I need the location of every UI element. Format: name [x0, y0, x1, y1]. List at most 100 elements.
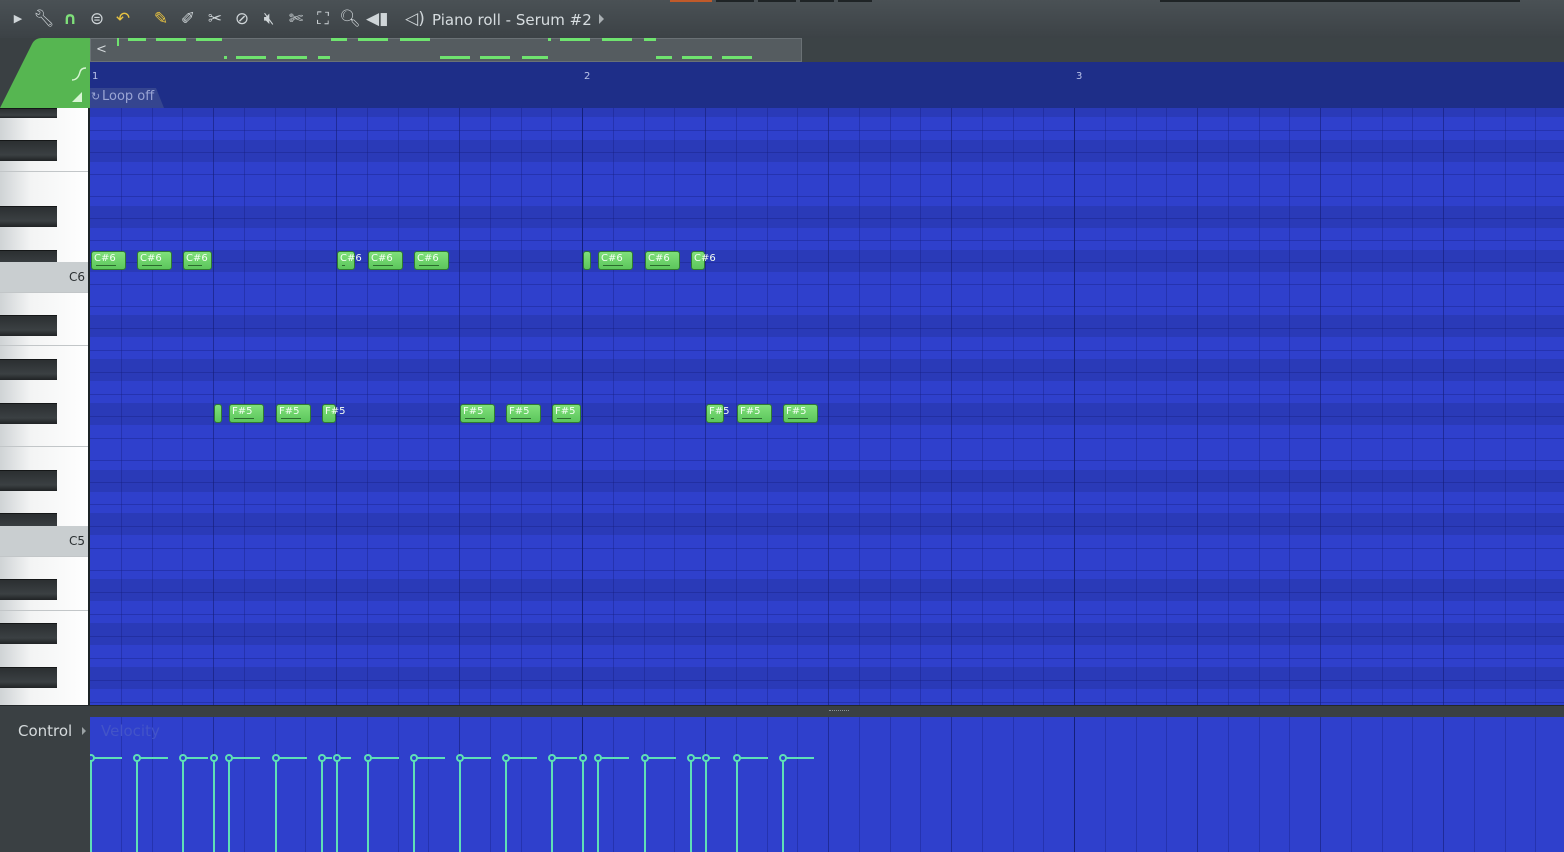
magnet-icon[interactable]: ∩ [59, 8, 81, 30]
note-csharp6[interactable]: C#6 [91, 251, 126, 270]
pencil-icon[interactable]: ✎ [150, 8, 172, 30]
note-csharp6[interactable]: C#6 [183, 251, 212, 270]
window-title[interactable]: Piano roll - Serum #2 [432, 10, 592, 30]
velocity-stem[interactable] [551, 758, 553, 852]
black-key[interactable] [0, 403, 57, 424]
zoom-icon[interactable]: 🔍︎ [339, 8, 361, 30]
velocity-handle[interactable] [502, 754, 510, 762]
velocity-stem[interactable] [582, 758, 584, 852]
black-key[interactable] [0, 108, 57, 118]
velocity-stem[interactable] [275, 758, 277, 852]
ban-icon[interactable]: ⊘ [231, 8, 253, 30]
velocity-handle[interactable] [702, 754, 710, 762]
select-icon[interactable]: ⛶ [312, 8, 334, 30]
playback-icon[interactable]: ◀▮ [366, 8, 388, 30]
scroll-left-icon[interactable]: < [96, 42, 107, 58]
velocity-stem[interactable] [321, 758, 323, 852]
control-menu-arrow-icon[interactable] [82, 727, 86, 735]
velocity-handle[interactable] [179, 754, 187, 762]
velocity-handle[interactable] [687, 754, 695, 762]
velocity-handle[interactable] [210, 754, 218, 762]
velocity-stem[interactable] [459, 758, 461, 852]
note-fsharp5[interactable]: F#5 [552, 404, 581, 423]
note-fsharp5[interactable]: F#5 [506, 404, 541, 423]
velocity-stem[interactable] [705, 758, 707, 852]
note-csharp6[interactable]: C#6 [137, 251, 172, 270]
splitter-grip-icon[interactable] [829, 710, 849, 713]
mute-icon[interactable]: 🔇︎ [258, 8, 280, 30]
note-csharp6[interactable] [583, 251, 591, 270]
velocity-handle[interactable] [579, 754, 587, 762]
velocity-stem[interactable] [505, 758, 507, 852]
title-menu-arrow-icon[interactable] [599, 14, 604, 24]
velocity-handle[interactable] [272, 754, 280, 762]
velocity-stem[interactable] [597, 758, 599, 852]
velocity-handle[interactable] [779, 754, 787, 762]
black-key[interactable] [0, 667, 57, 688]
velocity-handle[interactable] [733, 754, 741, 762]
velocity-stem[interactable] [182, 758, 184, 852]
velocity-handle[interactable] [410, 754, 418, 762]
note-fsharp5[interactable]: F#5 [229, 404, 264, 423]
velocity-handle[interactable] [548, 754, 556, 762]
note-fsharp5[interactable] [214, 404, 222, 423]
note-fsharp5[interactable]: F#5 [276, 404, 311, 423]
snap-menu-icon[interactable]: ⊜ [86, 8, 108, 30]
velocity-handle[interactable] [641, 754, 649, 762]
control-label[interactable]: Control [18, 722, 72, 740]
note-grid[interactable]: C#6 C#6 C#6 F#5 F#5 F#5 C#6 C#6 C#6 F#5 F#5 F#5 C#6 C… [90, 108, 1564, 705]
velocity-handle[interactable] [594, 754, 602, 762]
velocity-length-line [506, 757, 537, 759]
note-csharp6[interactable]: C#6 [691, 251, 716, 270]
velocity-handle[interactable] [225, 754, 233, 762]
velocity-handle[interactable] [333, 754, 341, 762]
velocity-stem[interactable] [136, 758, 138, 852]
velocity-handle[interactable] [133, 754, 141, 762]
overview-note [318, 56, 330, 59]
velocity-handle[interactable] [364, 754, 372, 762]
black-key[interactable] [0, 206, 57, 227]
black-key[interactable] [0, 470, 57, 491]
velocity-stem[interactable] [367, 758, 369, 852]
black-key[interactable] [0, 315, 57, 336]
note-csharp6[interactable]: C#6 [414, 251, 449, 270]
black-key[interactable] [0, 359, 57, 380]
delete-tool-icon[interactable]: ✂ [204, 8, 226, 30]
velocity-stem[interactable] [736, 758, 738, 852]
slice-tool-icon[interactable]: ✄ [285, 8, 307, 30]
speaker-icon[interactable]: ◁) [404, 8, 426, 30]
paint-brush-icon[interactable]: ✐ [177, 8, 199, 30]
note-fsharp5[interactable]: F#5 [783, 404, 818, 423]
velocity-handle[interactable] [318, 754, 326, 762]
velocity-stem[interactable] [228, 758, 230, 852]
note-csharp6[interactable]: C#6 [598, 251, 633, 270]
note-csharp6[interactable]: C#6 [337, 251, 362, 270]
velocity-stem[interactable] [213, 758, 215, 852]
note-csharp6[interactable]: C#6 [645, 251, 680, 270]
note-csharp6[interactable]: C#6 [368, 251, 403, 270]
velocity-stem[interactable] [336, 758, 338, 852]
menu-arrow-icon[interactable]: ▶ [7, 8, 29, 30]
velocity-handle[interactable] [90, 754, 95, 762]
velocity-lane[interactable]: Velocity [90, 717, 1564, 852]
black-key[interactable] [0, 579, 57, 600]
loop-label[interactable]: Loop off [102, 89, 154, 105]
note-fsharp5[interactable]: F#5 [460, 404, 495, 423]
timeline-ruler[interactable]: 1 2 3 ↻ Loop off [90, 62, 1564, 108]
note-fsharp5[interactable]: F#5 [737, 404, 772, 423]
black-key[interactable] [0, 623, 57, 644]
black-key[interactable] [0, 140, 57, 161]
velocity-stem[interactable] [690, 758, 692, 852]
velocity-stem[interactable] [413, 758, 415, 852]
velocity-stem[interactable] [782, 758, 784, 852]
tool-pad-shape[interactable] [0, 38, 90, 108]
piano-keyboard[interactable]: C6 C5 [0, 108, 90, 705]
wrench-icon[interactable]: 🔧︎ [33, 8, 55, 30]
velocity-stem[interactable] [644, 758, 646, 852]
velocity-grid-line [490, 717, 491, 852]
note-fsharp5[interactable]: F#5 [706, 404, 730, 423]
velocity-handle[interactable] [456, 754, 464, 762]
undo-icon[interactable]: ↶ [112, 8, 134, 30]
note-fsharp5[interactable]: F#5 [322, 404, 346, 423]
velocity-stem[interactable] [90, 758, 92, 852]
